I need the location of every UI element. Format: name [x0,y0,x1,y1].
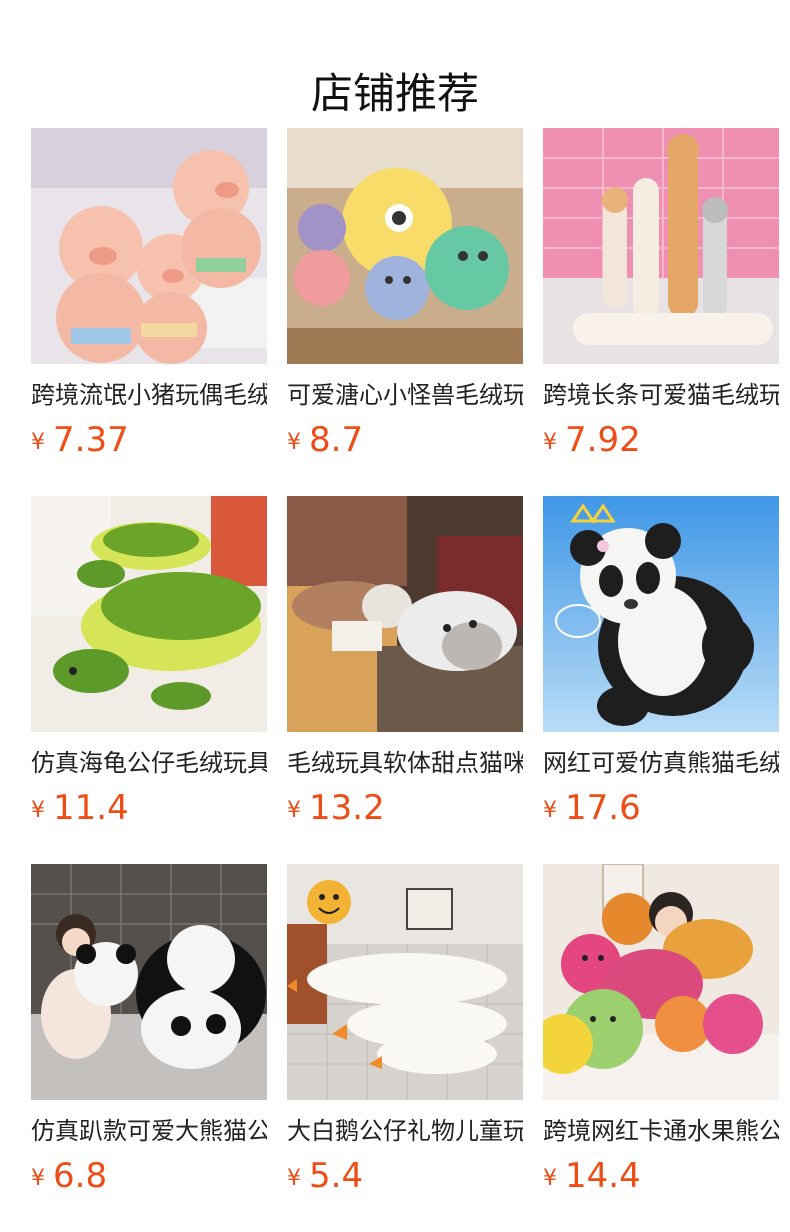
product-card[interactable]: 跨境长条可爱猫毛绒玩 ¥7.92 [543,128,779,466]
price-value: 5.4 [309,1156,364,1196]
product-card[interactable]: 大白鹅公仔礼物儿童玩 ¥5.4 [287,864,523,1202]
product-card[interactable]: 可爱溏心小怪兽毛绒玩 ¥8.7 [287,128,523,466]
product-image-monster[interactable] [287,128,523,364]
product-name[interactable]: 跨境长条可爱猫毛绒玩 [543,378,779,412]
product-name[interactable]: 可爱溏心小怪兽毛绒玩 [287,378,523,412]
currency-symbol: ¥ [31,1166,45,1191]
product-card[interactable]: 跨境网红卡通水果熊公 ¥14.4 [543,864,779,1202]
price-value: 11.4 [53,788,129,828]
price-value: 17.6 [565,788,641,828]
product-card[interactable]: 网红可爱仿真熊猫毛绒 ¥17.6 [543,496,779,834]
price-value: 13.2 [309,788,385,828]
currency-symbol: ¥ [287,1166,301,1191]
price-value: 7.92 [565,420,641,460]
product-name[interactable]: 大白鹅公仔礼物儿童玩 [287,1114,523,1148]
product-card[interactable]: 仿真趴款可爱大熊猫公 ¥6.8 [31,864,267,1202]
product-price: ¥8.7 [287,420,523,466]
product-image-turtle[interactable] [31,496,267,732]
page-title: 店铺推荐 [310,69,479,119]
product-image-dessert-cat[interactable] [287,496,523,732]
product-price: ¥7.37 [31,420,267,466]
product-name[interactable]: 跨境网红卡通水果熊公 [543,1114,779,1148]
product-image-long-cat[interactable] [543,128,779,364]
product-card[interactable]: 跨境流氓小猪玩偶毛绒 ¥7.37 [31,128,267,466]
product-image-panda[interactable] [543,496,779,732]
product-price: ¥17.6 [543,788,779,834]
price-value: 8.7 [309,420,364,460]
product-card[interactable]: 仿真海龟公仔毛绒玩具 ¥11.4 [31,496,267,834]
product-image-fruit-bear[interactable] [543,864,779,1100]
currency-symbol: ¥ [287,430,301,455]
product-image-pig[interactable] [31,128,267,364]
product-name[interactable]: 毛绒玩具软体甜点猫咪 [287,746,523,780]
product-price: ¥6.8 [31,1156,267,1202]
product-name[interactable]: 仿真海龟公仔毛绒玩具 [31,746,267,780]
price-value: 7.37 [53,420,129,460]
product-price: ¥13.2 [287,788,523,834]
product-image-goose[interactable] [287,864,523,1100]
currency-symbol: ¥ [31,798,45,823]
currency-symbol: ¥ [543,430,557,455]
product-card[interactable]: 毛绒玩具软体甜点猫咪 ¥13.2 [287,496,523,834]
product-name[interactable]: 跨境流氓小猪玩偶毛绒 [31,378,267,412]
product-price: ¥7.92 [543,420,779,466]
product-name[interactable]: 仿真趴款可爱大熊猫公 [31,1114,267,1148]
price-value: 6.8 [53,1156,108,1196]
currency-symbol: ¥ [543,1166,557,1191]
currency-symbol: ¥ [287,798,301,823]
currency-symbol: ¥ [543,798,557,823]
product-price: ¥14.4 [543,1156,779,1202]
product-price: ¥11.4 [31,788,267,834]
currency-symbol: ¥ [31,430,45,455]
product-image-lying-panda[interactable] [31,864,267,1100]
product-name[interactable]: 网红可爱仿真熊猫毛绒 [543,746,779,780]
product-price: ¥5.4 [287,1156,523,1202]
price-value: 14.4 [565,1156,641,1196]
